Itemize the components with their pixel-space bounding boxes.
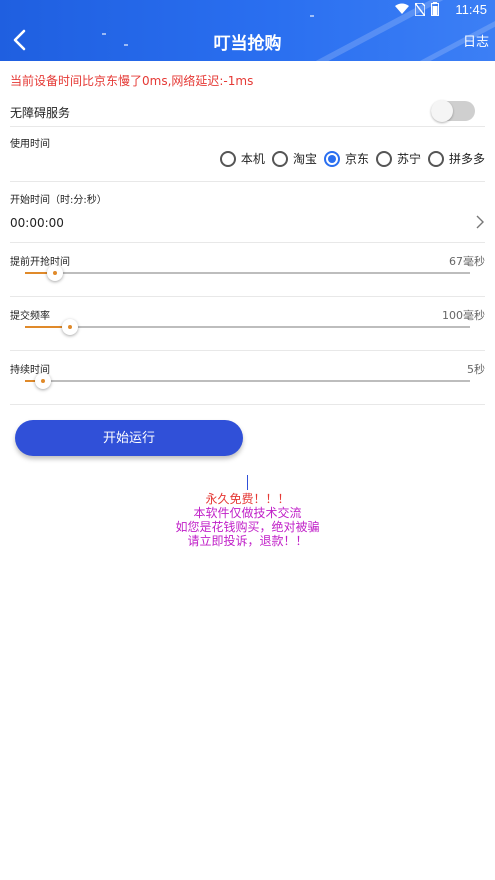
toggle-knob — [431, 100, 453, 122]
duration-slider[interactable] — [25, 373, 470, 389]
page-title: 叮当抢购 — [213, 34, 282, 54]
platform-row: 使用时间 本机 淘宝 京东 苏宁 拼多多 — [10, 128, 485, 182]
slider-value: 100毫秒 — [442, 309, 485, 322]
radio-label: 淘宝 — [292, 152, 317, 166]
radio-option-suning[interactable]: 苏宁 — [375, 150, 421, 167]
radio-option-local[interactable]: 本机 — [219, 150, 265, 167]
wifi-icon — [395, 3, 409, 14]
submit-frequency-slider[interactable] — [25, 319, 470, 335]
battery-icon — [431, 2, 439, 16]
slider-label: 提前开抢时间 — [10, 257, 70, 268]
duration-row: 持续时间 5秒 — [10, 351, 485, 405]
accessibility-row: 无障碍服务 — [10, 96, 485, 127]
platform-label: 使用时间 — [10, 139, 50, 150]
radio-checked-icon — [323, 150, 340, 167]
start-time-row[interactable]: 开始时间（时:分:秒） 00:00:00 — [10, 183, 485, 243]
chevron-right-icon — [476, 215, 484, 229]
slider-thumb[interactable] — [61, 319, 78, 335]
status-time: 11:45 — [455, 2, 487, 17]
accessibility-label: 无障碍服务 — [10, 106, 71, 120]
slider-value: 67毫秒 — [449, 255, 485, 268]
app-header: 11:45 叮当抢购 日志 — [0, 0, 495, 61]
radio-label: 苏宁 — [396, 152, 421, 166]
accessibility-toggle[interactable] — [431, 100, 475, 122]
submit-frequency-row: 提交频率 100毫秒 — [10, 297, 485, 351]
notice-line: 请立即投诉，退款！！ — [187, 534, 308, 548]
slider-value: 5秒 — [467, 363, 485, 376]
radio-circle-icon — [375, 150, 392, 167]
radio-circle-icon — [219, 150, 236, 167]
radio-label: 本机 — [240, 152, 265, 166]
advance-time-row: 提前开抢时间 67毫秒 — [10, 243, 485, 297]
notice-line: 如您是花钱购买，绝对被骗 — [175, 520, 320, 534]
platform-radio-group: 本机 淘宝 京东 苏宁 拼多多 — [213, 150, 485, 167]
start-time-label: 开始时间（时:分:秒） — [10, 195, 107, 206]
advance-time-slider[interactable] — [25, 265, 470, 281]
radio-option-pinduoduo[interactable]: 拼多多 — [427, 150, 485, 167]
text-cursor — [247, 475, 248, 490]
status-bar: 11:45 — [0, 0, 495, 20]
status-icons — [395, 2, 439, 16]
slider-thumb[interactable] — [46, 265, 63, 281]
radio-option-taobao[interactable]: 淘宝 — [271, 150, 317, 167]
radio-circle-icon — [427, 150, 444, 167]
slider-thumb[interactable] — [34, 373, 51, 389]
radio-circle-icon — [271, 150, 288, 167]
start-run-button[interactable]: 开始运行 — [15, 420, 243, 456]
slider-label: 提交频率 — [10, 311, 50, 322]
no-sim-icon — [415, 2, 425, 16]
start-time-value: 00:00:00 — [10, 216, 64, 230]
log-button[interactable]: 日志 — [463, 31, 489, 50]
notice-free: 永久免费！！！ — [205, 492, 290, 506]
radio-label: 拼多多 — [448, 152, 485, 166]
radio-option-jd[interactable]: 京东 — [323, 150, 369, 167]
time-diff-warning: 当前设备时间比京东慢了0ms,网络延迟:-1ms — [10, 74, 254, 88]
radio-label: 京东 — [344, 152, 369, 166]
notice-line: 本软件仅做技术交流 — [193, 506, 302, 520]
